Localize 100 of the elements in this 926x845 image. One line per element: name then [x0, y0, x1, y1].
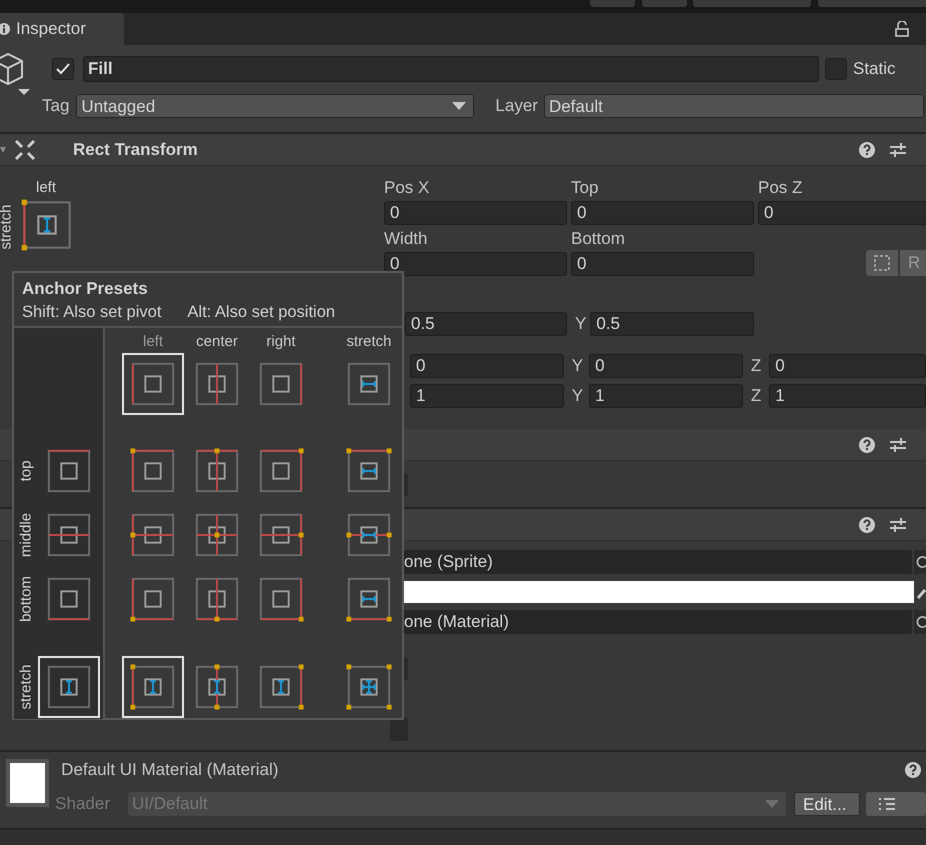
number-field[interactable]: 0 — [571, 201, 754, 225]
info-icon — [0, 22, 11, 36]
caret-icon — [765, 800, 779, 808]
number-field[interactable]: 1 — [410, 384, 564, 408]
layer-dropdown[interactable]: Default — [544, 94, 924, 118]
axis-label: Z — [750, 386, 762, 406]
help-icon[interactable] — [859, 516, 875, 532]
help-icon[interactable] — [859, 142, 875, 158]
inspector-tab[interactable]: Inspector — [0, 13, 124, 45]
blueprint-mode-button[interactable] — [866, 250, 898, 276]
active-checkbox[interactable] — [52, 58, 74, 80]
anchor-preset-icon — [45, 447, 93, 495]
row-label: top — [18, 460, 34, 482]
layer-label: Layer — [495, 96, 538, 116]
material-field[interactable]: one (Material) — [404, 610, 912, 634]
anchor-vertical-label: stretch — [0, 204, 14, 250]
axis-label: Y — [575, 314, 586, 334]
number-field[interactable]: 0.5 — [405, 312, 567, 336]
number-field[interactable]: 0 — [589, 354, 743, 378]
object-picker-button[interactable] — [914, 610, 926, 634]
field-label: Width — [384, 229, 428, 249]
number-field[interactable]: 0 — [410, 354, 564, 378]
number-field[interactable]: 0 — [384, 252, 567, 276]
anchor-preset-icon — [193, 447, 241, 495]
anchor-preset-icon — [45, 663, 93, 711]
anchor-preset-icon — [345, 360, 393, 408]
name-field[interactable]: Fill — [83, 56, 819, 82]
dashed-square-icon — [874, 255, 890, 271]
anchor-preset-icon — [193, 511, 241, 559]
edit-button[interactable]: Edit... — [794, 792, 860, 816]
object-picker-button[interactable] — [914, 550, 926, 574]
anchor-preset-icon — [129, 663, 177, 711]
anchor-preset-icon — [345, 447, 393, 495]
anchor-preset-icon — [129, 447, 177, 495]
anchor-preset-icon — [345, 575, 393, 623]
anchor-preset-icon — [257, 447, 305, 495]
fold-icon[interactable] — [0, 144, 6, 154]
anchor-preset-icon — [193, 663, 241, 711]
help-icon[interactable] — [905, 762, 921, 778]
lock-icon[interactable] — [895, 21, 909, 37]
anchor-horizontal-label: left — [36, 179, 56, 196]
anchor-preset-icon — [257, 511, 305, 559]
anchor-preset-icon — [129, 511, 177, 559]
anchor-preset-icon — [257, 360, 305, 408]
anchor-preset-icon — [129, 575, 177, 623]
checkmark-icon — [56, 63, 70, 75]
number-field[interactable]: 0 — [769, 354, 926, 378]
anchor-preset-button[interactable] — [38, 656, 100, 718]
list-menu-button[interactable] — [866, 792, 926, 816]
anchor-preset-button[interactable] — [122, 656, 184, 718]
axis-label: Z — [750, 356, 762, 376]
material-title: Default UI Material (Material) — [61, 760, 278, 780]
anchor-preset-button[interactable] — [122, 353, 184, 415]
field-label: Pos Z — [758, 178, 802, 198]
number-field[interactable]: 0 — [758, 201, 926, 225]
anchor-preset-icon — [129, 360, 177, 408]
settings-icon[interactable] — [889, 516, 907, 534]
anchor-preset-icon — [345, 511, 393, 559]
column-label: center — [196, 333, 238, 352]
settings-icon[interactable] — [889, 140, 907, 158]
column-label: stretch — [346, 333, 392, 352]
anchor-preset-icon — [257, 575, 305, 623]
number-field[interactable]: 0 — [384, 201, 567, 225]
rect-transform-icon — [15, 140, 35, 160]
anchor-preset-icon — [45, 511, 93, 559]
anchor-preset-icon — [193, 360, 241, 408]
component-title: Rect Transform — [73, 140, 198, 160]
list-icon — [878, 797, 896, 811]
axis-label: Y — [572, 356, 584, 376]
column-label: left — [142, 333, 163, 352]
popup-title: Anchor Presets — [22, 279, 148, 299]
color-field[interactable] — [404, 581, 914, 603]
field-label: Bottom — [571, 229, 625, 249]
number-field[interactable]: 0.5 — [590, 312, 754, 336]
tag-dropdown[interactable]: Untagged — [76, 94, 474, 118]
column-label: right — [266, 333, 296, 352]
hint-text: Shift: Also set pivot — [22, 302, 162, 322]
tag-label: Tag — [42, 96, 70, 116]
input-field[interactable] — [390, 717, 408, 741]
anchor-preset-icon — [193, 575, 241, 623]
caret-icon — [452, 102, 466, 110]
static-checkbox[interactable] — [825, 58, 847, 80]
help-icon[interactable] — [859, 436, 875, 452]
hint-text: Alt: Also set position — [187, 302, 336, 322]
sprite-field[interactable]: one (Sprite) — [404, 550, 912, 574]
number-field[interactable]: 1 — [589, 384, 743, 408]
field-label: Top — [571, 178, 598, 198]
shader-label: Shader — [55, 794, 110, 814]
anchor-preset-icon — [257, 663, 305, 711]
row-label: middle — [18, 512, 34, 558]
anchor-preset-icon — [345, 663, 393, 711]
field-label: Pos X — [384, 178, 430, 198]
row-label: stretch — [18, 664, 34, 710]
number-field[interactable]: 0 — [571, 252, 754, 276]
settings-icon[interactable] — [889, 436, 907, 454]
axis-label: Y — [572, 386, 584, 406]
row-label: bottom — [18, 576, 34, 622]
number-field[interactable]: 1 — [769, 384, 926, 408]
anchor-widget-icon[interactable] — [20, 198, 74, 252]
static-label: Static — [853, 59, 896, 79]
